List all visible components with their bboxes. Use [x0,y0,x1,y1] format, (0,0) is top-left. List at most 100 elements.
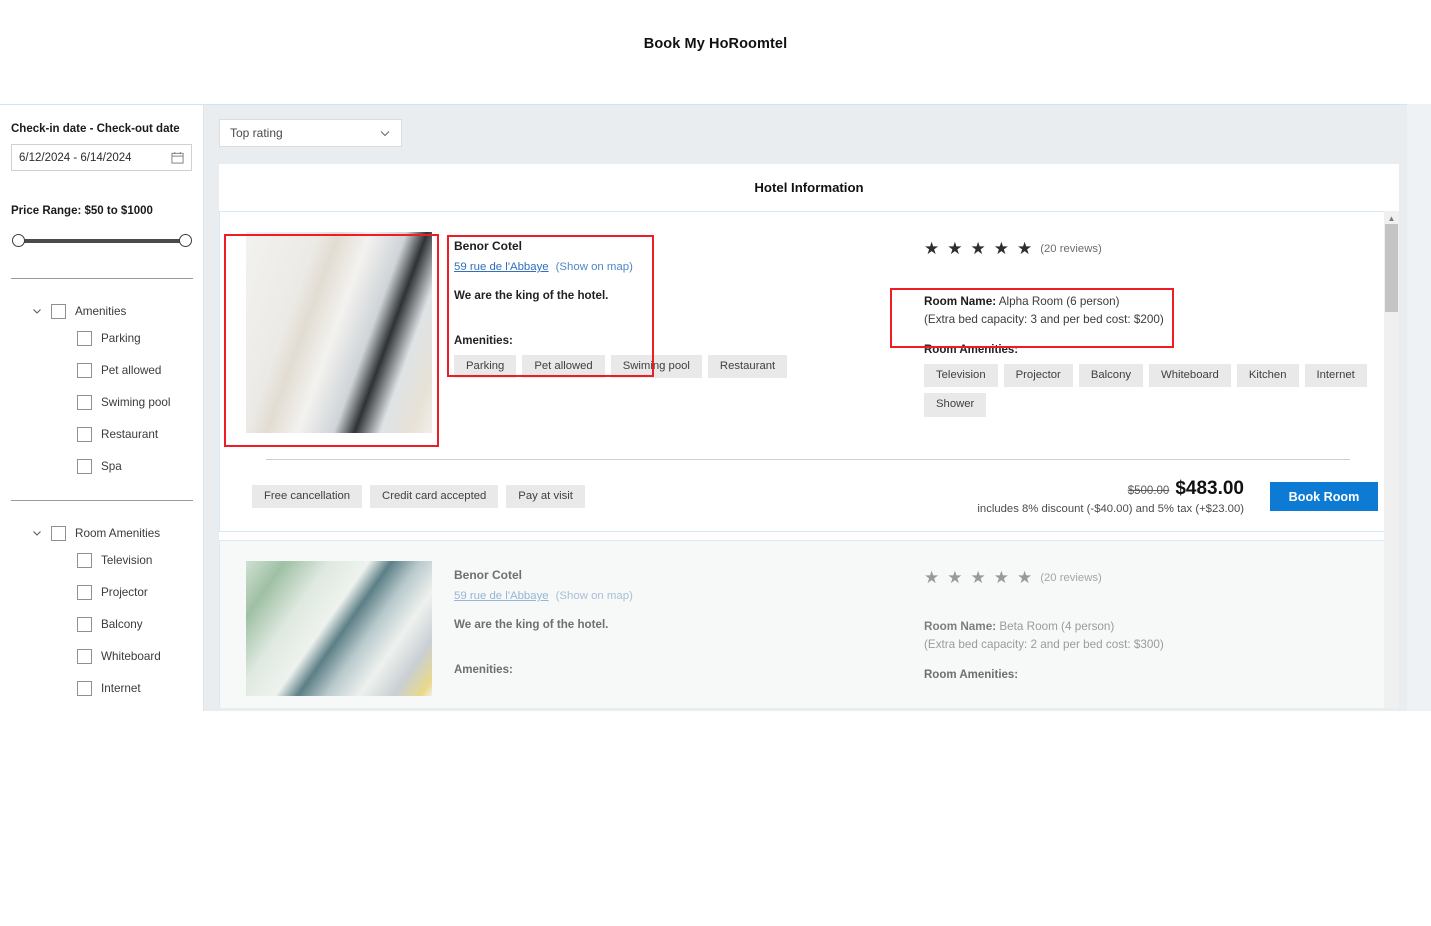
app-root: Book My HoRoomtel Check-in date - Check-… [0,0,1431,926]
hotel-amenities-chips: Parking Pet allowed Swiming pool Restaur… [454,355,908,378]
filter-sidebar: Check-in date - Check-out date 6/12/2024… [0,105,204,711]
main-frame: Check-in date - Check-out date 6/12/2024… [0,104,1407,711]
filter-item-label: Internet [101,682,141,695]
filter-item-parking[interactable]: Parking [11,322,192,354]
room-extra-bed-info: (Extra bed capacity: 3 and per bed cost:… [924,313,1378,326]
filter-item-label: Television [101,554,152,567]
price-range-slider[interactable] [11,230,193,252]
amenity-chip: Parking [454,355,516,378]
amenities-label: Amenities: [454,664,908,676]
hotel-tagline: We are the king of the hotel. [454,289,908,302]
room-name-block: Room Name: Alpha Room (6 person) (Extra … [924,295,1378,326]
calendar-icon[interactable] [171,151,184,164]
results-list: Benor Cotel 59 rue de l'Abbaye (Show on … [219,211,1399,708]
policy-chip: Pay at visit [506,485,585,508]
filter-group-header[interactable]: Room Amenities [11,522,192,544]
room-amenity-chip: Shower [924,393,986,416]
checkbox-swiming-pool[interactable] [77,395,92,410]
filter-item-whiteboard[interactable]: Whiteboard [11,640,192,672]
room-amenity-chip: Television [924,364,998,387]
checkbox-balcony[interactable] [77,617,92,632]
filter-item-spa[interactable]: Spa [11,450,192,482]
policy-chip: Free cancellation [252,485,362,508]
hotel-description: Benor Cotel 59 rue de l'Abbaye (Show on … [432,226,908,433]
checkbox-room-amenities[interactable] [51,526,66,541]
scroll-up-icon[interactable]: ▲ [1384,213,1399,224]
scrollbar-thumb[interactable] [1385,224,1398,312]
page-scrollbar[interactable] [1407,104,1431,711]
hotel-address-link[interactable]: 59 rue de l'Abbaye [454,590,549,602]
room-name-value: Alpha Room (6 person) [999,295,1120,308]
filter-group-label: Room Amenities [75,527,160,540]
chevron-down-icon[interactable] [379,127,391,139]
room-extra-bed-info: (Extra bed capacity: 2 and per bed cost:… [924,638,1378,651]
room-details: ★★★★★ (20 reviews) Room Name: Alpha Room… [908,226,1378,433]
show-on-map-link[interactable]: (Show on map) [556,590,633,602]
star-rating-icon: ★★★★★ [924,569,1032,586]
show-on-map-link[interactable]: (Show on map) [556,261,633,273]
price-range-label: Price Range: $50 to $1000 [11,205,192,217]
filter-item-television[interactable]: Television [11,544,192,576]
room-name-label: Room Name: [924,295,996,308]
filter-item-label: Balcony [101,618,143,631]
slider-thumb-min[interactable] [12,234,25,247]
slider-track [19,239,185,243]
checkbox-projector[interactable] [77,585,92,600]
filter-item-projector[interactable]: Projector [11,576,192,608]
filter-item-label: Pet allowed [101,364,161,377]
sort-value: Top rating [230,126,379,140]
chevron-down-icon[interactable] [32,528,42,538]
amenities-label: Amenities: [454,335,908,347]
filter-item-internet[interactable]: Internet [11,672,192,704]
hotel-card[interactable]: Benor Cotel 59 rue de l'Abbaye (Show on … [219,211,1399,532]
checkbox-internet[interactable] [77,681,92,696]
room-amenities-label: Room Amenities: [924,344,1378,356]
checkbox-restaurant[interactable] [77,427,92,442]
hotel-card[interactable]: Benor Cotel 59 rue de l'Abbaye (Show on … [219,540,1399,708]
filter-item-label: Whiteboard [101,650,161,663]
checkbox-pet-allowed[interactable] [77,363,92,378]
divider [11,278,193,279]
room-amenities-label: Room Amenities: [924,669,1378,681]
chevron-down-icon[interactable] [32,306,42,316]
review-count: (20 reviews) [1040,243,1102,255]
date-range-input[interactable]: 6/12/2024 - 6/14/2024 [11,144,192,171]
review-count: (20 reviews) [1040,572,1102,584]
filter-item-pet-allowed[interactable]: Pet allowed [11,354,192,386]
room-name-block: Room Name: Beta Room (4 person) (Extra b… [924,620,1378,651]
filter-item-label: Projector [101,586,148,599]
room-amenity-chip: Balcony [1079,364,1143,387]
filter-group-header[interactable]: Amenities [11,300,192,322]
page-title: Book My HoRoomtel [644,36,787,68]
slider-thumb-max[interactable] [179,234,192,247]
room-name: Room Name: Beta Room (4 person) [924,620,1378,633]
filter-item-label: Spa [101,460,122,473]
room-amenity-chip: Internet [1305,364,1367,387]
hotel-image[interactable] [246,232,432,433]
filter-item-swiming-pool[interactable]: Swiming pool [11,386,192,418]
checkbox-spa[interactable] [77,459,92,474]
filter-item-restaurant[interactable]: Restaurant [11,418,192,450]
checkbox-television[interactable] [77,553,92,568]
filter-item-balcony[interactable]: Balcony [11,608,192,640]
amenity-chip: Restaurant [708,355,787,378]
room-details: ★★★★★ (20 reviews) Room Name: Beta Room … [908,555,1378,696]
results-scrollbar[interactable]: ▲ [1384,211,1399,708]
hotel-description: Benor Cotel 59 rue de l'Abbaye (Show on … [432,555,908,696]
hotel-image[interactable] [246,561,432,696]
date-range-value: 6/12/2024 - 6/14/2024 [19,152,171,164]
hotel-tagline: We are the king of the hotel. [454,618,908,631]
amenity-chip: Pet allowed [522,355,604,378]
book-room-button[interactable]: Book Room [1270,482,1378,511]
sort-dropdown[interactable]: Top rating [219,119,402,147]
price-breakdown: includes 8% discount (-$40.00) and 5% ta… [977,503,1244,515]
checkbox-whiteboard[interactable] [77,649,92,664]
filter-group-amenities: Amenities Parking Pet allowed Swiming po… [11,300,192,482]
hotel-address-link[interactable]: 59 rue de l'Abbaye [454,261,549,273]
checkbox-amenities[interactable] [51,304,66,319]
star-rating-icon: ★★★★★ [924,240,1032,257]
filter-group-label: Amenities [75,305,126,318]
checkbox-parking[interactable] [77,331,92,346]
results-content: Top rating Hotel Information Ben [204,105,1407,711]
hotel-name: Benor Cotel [454,239,908,253]
